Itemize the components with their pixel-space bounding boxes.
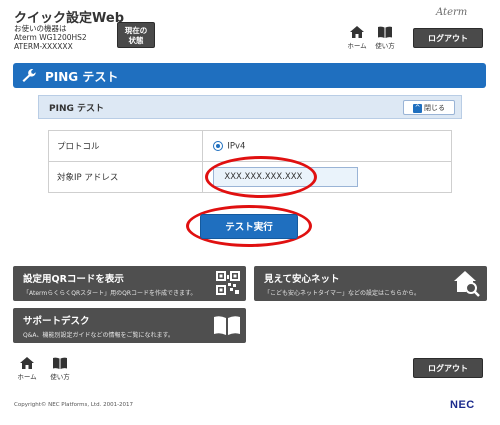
device-model: Aterm WG1200HS2 [14,33,87,42]
copyright: Copyright© NEC Platforms, Ltd. 2001-2017 [14,402,134,408]
nec-logo: NEC [450,399,475,411]
footer-help-label: 使い方 [50,373,70,381]
tile-desc: 「こども安心ネットタイマー」などの設定はこちらから。 [264,290,421,297]
footer-home-nav[interactable]: ホーム [12,356,42,384]
header: クイック設定Web お使いの機器は Aterm WG1200HS2 ATERM-… [0,0,500,56]
support-desk-tile[interactable]: サポートデスク Q&A、機能別設定ガイドなどの情報をご覧になれます。 [13,308,246,343]
ipv4-radio[interactable] [213,140,224,151]
home-icon [350,26,364,38]
page-title-band: PING テスト [13,63,486,88]
panel-title: PING テスト [49,104,104,114]
wrench-icon [22,69,36,82]
collapse-label: 閉じる [424,104,445,112]
target-ip-label: 対象IP アドレス [47,161,204,193]
device-info: お使いの機器は Aterm WG1200HS2 ATERM-XXXXXX [14,24,87,51]
tile-title: 見えて安心ネット [264,274,340,285]
status-button-line1: 現在の [124,26,148,35]
book-icon [378,26,392,38]
tile-desc: 「AtermらくらくQRスタート」用のQRコードを作成できます。 [23,290,197,297]
collapse-button[interactable]: ^ 閉じる [403,100,455,115]
mieru-anshin-tile[interactable]: 見えて安心ネット 「こども安心ネットタイマー」などの設定はこちらから。 [254,266,487,301]
ping-test-panel-header: PING テスト ^ 閉じる [38,95,462,119]
device-name: ATERM-XXXXXX [14,42,73,51]
footer-help-nav[interactable]: 使い方 [45,356,75,384]
page-title: PING テスト [45,70,119,84]
status-button-line2: 状態 [128,36,144,45]
book-icon [214,316,240,335]
home-icon [20,357,34,369]
book-icon [53,357,67,369]
logout-button[interactable]: ログアウト [413,28,483,48]
tile-title: サポートデスク [23,316,90,327]
help-label: 使い方 [375,42,395,50]
home-nav[interactable]: ホーム [342,25,372,53]
ipv4-radio-label: IPv4 [227,141,246,152]
aterm-logo: Aterm [436,7,468,18]
footer-home-label: ホーム [17,373,37,381]
run-test-button[interactable]: テスト実行 [200,214,298,239]
highlight-ip-ellipse [205,156,317,198]
help-nav[interactable]: 使い方 [370,25,400,53]
chevron-up-icon: ^ [413,103,422,113]
footer-logout-button[interactable]: ログアウト [413,358,483,378]
qr-code-icon [216,271,240,295]
protocol-label: プロトコル [47,130,204,162]
current-status-button[interactable]: 現在の 状態 [117,22,155,48]
tile-desc: Q&A、機能別設定ガイドなどの情報をご覧になれます。 [23,332,174,339]
qr-code-tile[interactable]: 設定用QRコードを表示 「AtermらくらくQRスタート」用のQRコードを作成で… [13,266,246,301]
device-info-line: お使いの機器は [14,24,67,33]
tile-title: 設定用QRコードを表示 [23,274,124,285]
home-label: ホーム [347,42,367,50]
house-search-icon [454,271,480,297]
